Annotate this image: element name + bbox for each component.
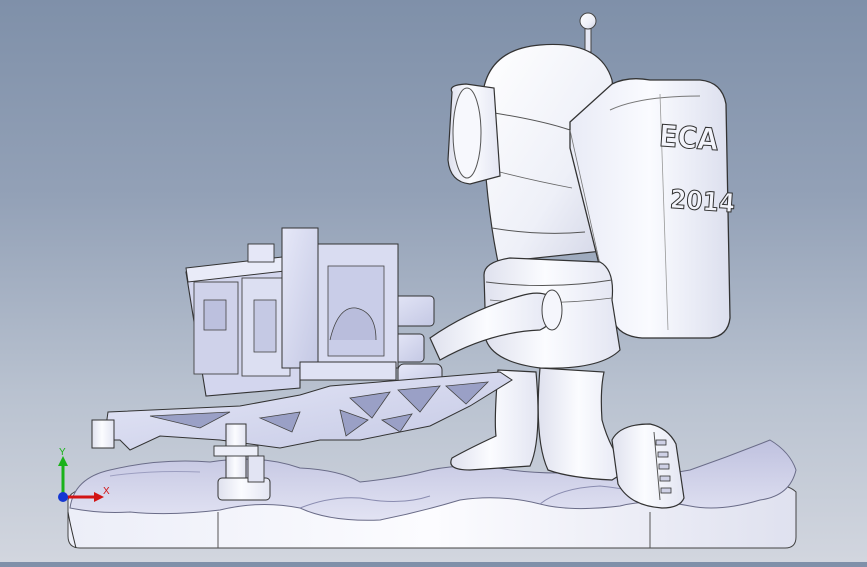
- antenna: [579, 12, 597, 53]
- x-axis-label: X: [103, 486, 110, 497]
- backpack-label-top: ECA: [658, 119, 720, 158]
- lander-truss: [91, 371, 513, 451]
- backpack-label-bottom: 2014: [669, 185, 736, 219]
- helmet-ear: [447, 83, 501, 185]
- y-axis-label: Y: [59, 447, 66, 458]
- model-render: ECA 2014 Y X: [58, 12, 797, 549]
- z-axis-dot: [58, 492, 68, 502]
- lander-body: [185, 227, 399, 397]
- cad-viewport[interactable]: ECA 2014 Y X: [0, 0, 867, 562]
